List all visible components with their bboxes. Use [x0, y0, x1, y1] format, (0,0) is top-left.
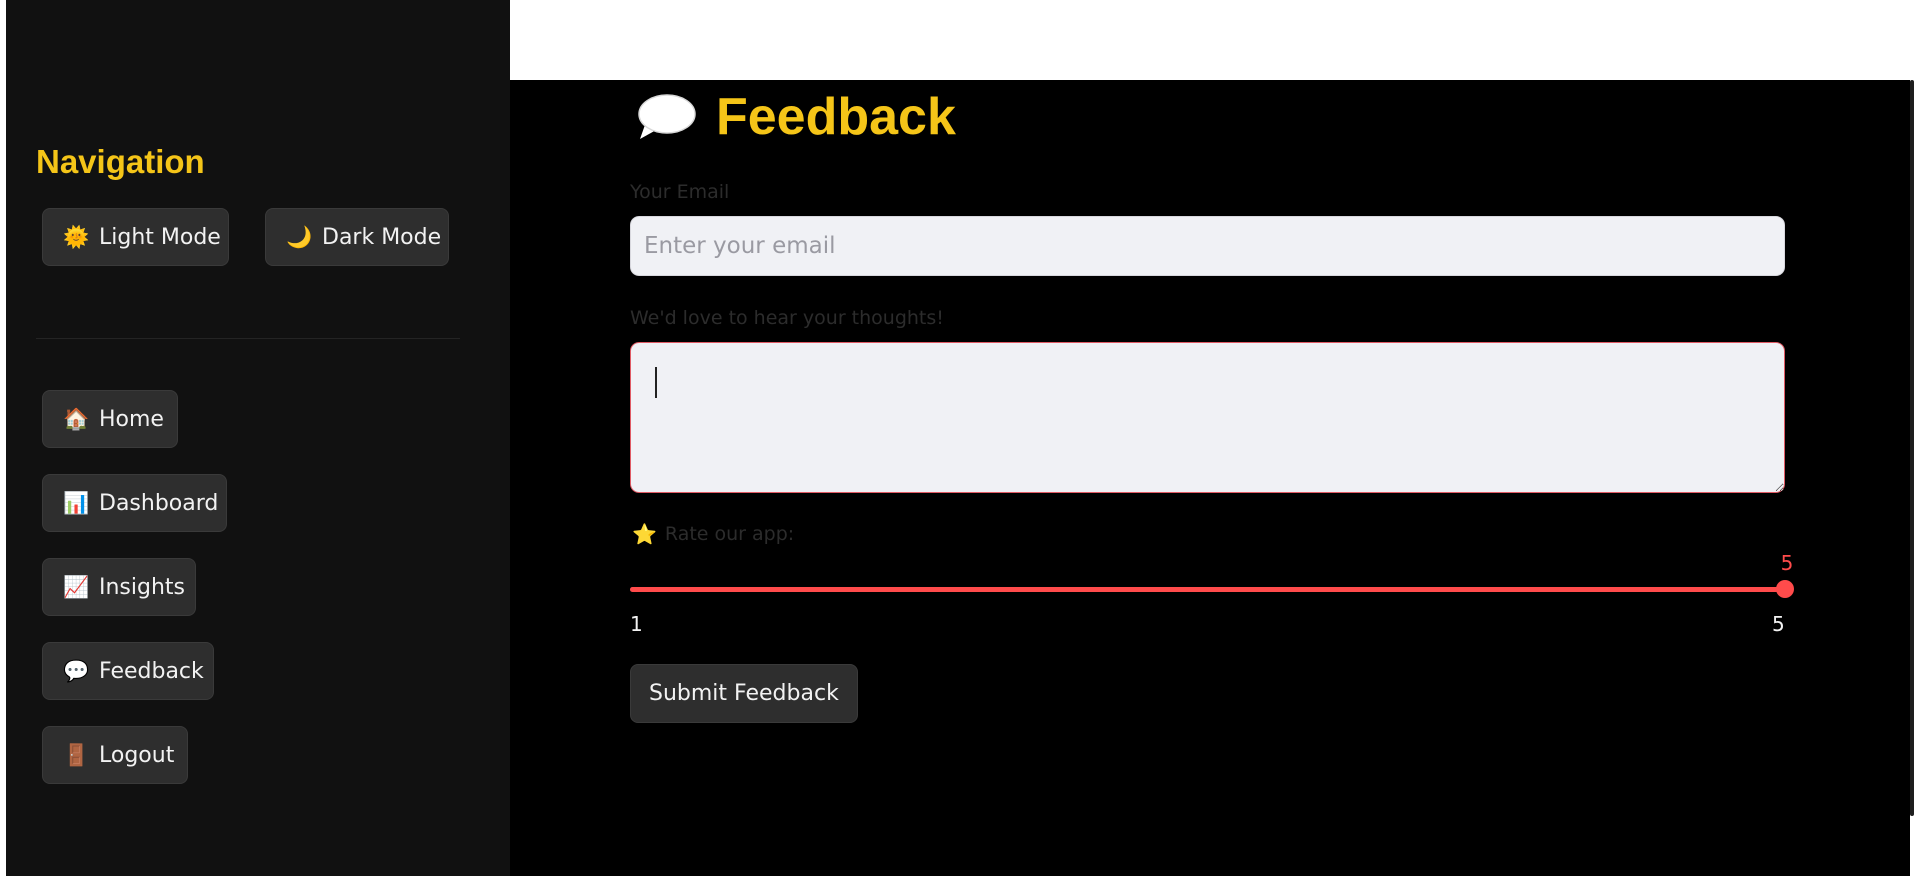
rating-label-group: ⭐ Rate our app:: [632, 522, 794, 546]
dark-mode-button[interactable]: 🌙 Dark Mode: [265, 208, 449, 266]
email-field[interactable]: [630, 216, 1785, 276]
rating-label: Rate our app:: [664, 523, 795, 545]
sidebar-item-home[interactable]: 🏠 Home: [42, 390, 178, 448]
light-mode-button[interactable]: 🌞 Light Mode: [42, 208, 229, 266]
bar-chart-icon: 📊: [63, 490, 90, 515]
thoughts-label: We'd love to hear your thoughts!: [630, 307, 944, 329]
sidebar-item-dashboard[interactable]: 📊 Dashboard: [42, 474, 227, 532]
speech-bubble-icon: 💬: [63, 658, 90, 683]
sidebar-item-label: Logout: [99, 742, 175, 768]
speech-bubble-icon: [636, 92, 696, 142]
dark-mode-label: Dark Mode: [322, 224, 442, 250]
sidebar-title: Navigation: [36, 143, 205, 180]
page-title-text: Feedback: [716, 88, 956, 146]
star-icon: ⭐: [632, 522, 657, 546]
slider-min-label: 1: [630, 612, 643, 636]
top-header-bar: [510, 0, 1914, 80]
slider-max-label: 5: [1772, 612, 1785, 636]
submit-feedback-button[interactable]: Submit Feedback: [630, 664, 858, 723]
rating-slider-fill: [630, 587, 1785, 592]
sidebar-item-feedback[interactable]: 💬 Feedback: [42, 642, 214, 700]
moon-icon: 🌙: [286, 224, 313, 249]
door-icon: 🚪: [63, 742, 90, 767]
text-caret: [655, 367, 657, 398]
page-title: Feedback: [636, 82, 956, 152]
chart-increasing-icon: 📈: [63, 574, 90, 599]
sidebar-item-label: Dashboard: [99, 490, 219, 516]
sun-icon: 🌞: [63, 224, 90, 249]
house-icon: 🏠: [63, 406, 90, 431]
rating-slider-thumb[interactable]: [1776, 580, 1794, 598]
thoughts-textarea[interactable]: [630, 342, 1785, 493]
app-page: Navigation 🌞 Light Mode 🌙 Dark Mode 🏠 Ho…: [0, 0, 1920, 876]
sidebar-item-insights[interactable]: 📈 Insights: [42, 558, 196, 616]
slider-current-value: 5: [1780, 551, 1794, 575]
sidebar-item-label: Feedback: [99, 658, 204, 684]
sidebar-item-label: Insights: [99, 574, 186, 600]
sidebar-item-label: Home: [99, 406, 164, 432]
sidebar-divider: [36, 338, 460, 339]
email-label: Your Email: [630, 181, 730, 203]
light-mode-label: Light Mode: [99, 224, 221, 250]
sidebar-item-logout[interactable]: 🚪 Logout: [42, 726, 188, 784]
rating-slider-track[interactable]: [630, 587, 1785, 592]
window-edge: [1914, 0, 1920, 876]
